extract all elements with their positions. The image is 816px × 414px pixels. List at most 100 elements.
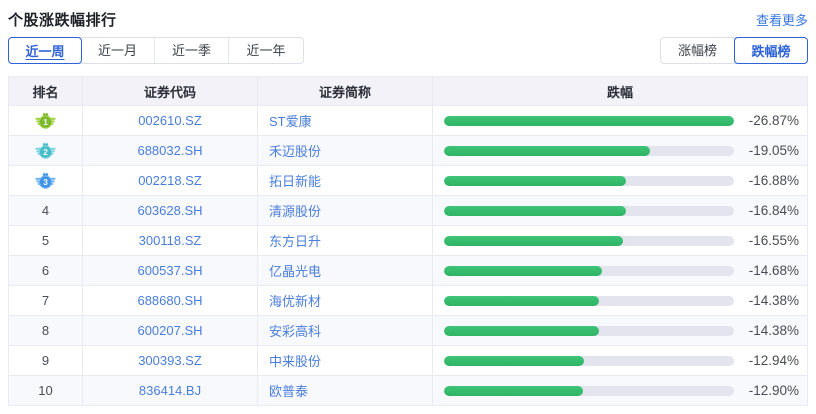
change-cell: -16.55% bbox=[432, 225, 808, 256]
change-bar-track bbox=[444, 355, 734, 366]
change-percent: -16.55% bbox=[748, 233, 799, 248]
security-name[interactable]: 东方日升 bbox=[257, 225, 433, 256]
tab-last-week[interactable]: 近一周 bbox=[8, 37, 82, 64]
panel-header: 个股涨跌幅排行 查看更多 bbox=[8, 0, 808, 29]
change-percent: -14.68% bbox=[748, 263, 799, 278]
tab-last-quarter[interactable]: 近一季 bbox=[155, 38, 229, 63]
change-cell: -12.94% bbox=[432, 345, 808, 376]
table-row[interactable]: 9 300393.SZ 中来股份 -12.94% bbox=[8, 345, 808, 376]
rank-cell: 7 bbox=[8, 285, 83, 316]
rank-cell: 4 bbox=[8, 195, 83, 226]
svg-text:3: 3 bbox=[43, 177, 48, 187]
change-bar-track bbox=[444, 235, 734, 246]
change-percent: -19.05% bbox=[748, 143, 799, 158]
security-name[interactable]: ST爱康 bbox=[257, 105, 433, 136]
security-code[interactable]: 002610.SZ bbox=[82, 105, 258, 136]
security-code[interactable]: 300118.SZ bbox=[82, 225, 258, 256]
change-cell: -14.68% bbox=[432, 255, 808, 286]
table-row[interactable]: 3 002218.SZ 拓日新能 -16.88% bbox=[8, 165, 808, 196]
security-name[interactable]: 亿晶光电 bbox=[257, 255, 433, 286]
table-row[interactable]: 5 300118.SZ 东方日升 -16.55% bbox=[8, 225, 808, 256]
table-header-row: 排名 证券代码 证券简称 跌幅 bbox=[8, 76, 808, 106]
table-row[interactable]: 4 603628.SH 清源股份 -16.84% bbox=[8, 195, 808, 226]
table-row[interactable]: 10 836414.BJ 欧普泰 -12.90% bbox=[8, 375, 808, 406]
security-code[interactable]: 600207.SH bbox=[82, 315, 258, 346]
panel-title: 个股涨跌幅排行 bbox=[8, 11, 117, 29]
change-percent: -12.94% bbox=[748, 353, 799, 368]
header-rank: 排名 bbox=[8, 76, 83, 106]
change-cell: -14.38% bbox=[432, 285, 808, 316]
rank-1-medal-icon: 1 bbox=[35, 111, 56, 129]
change-bar-fill bbox=[444, 295, 600, 306]
security-name[interactable]: 安彩高科 bbox=[257, 315, 433, 346]
security-name[interactable]: 中来股份 bbox=[257, 345, 433, 376]
rank-number: 6 bbox=[41, 263, 50, 278]
table-row[interactable]: 2 688032.SH 禾迈股份 -19.05% bbox=[8, 135, 808, 166]
change-cell: -16.84% bbox=[432, 195, 808, 226]
change-bar-fill bbox=[444, 325, 600, 336]
change-cell: -16.88% bbox=[432, 165, 808, 196]
tab-last-year[interactable]: 近一年 bbox=[229, 38, 303, 63]
security-code[interactable]: 600537.SH bbox=[82, 255, 258, 286]
change-bar-track bbox=[444, 265, 734, 276]
change-bar-track bbox=[444, 385, 734, 396]
rank-table: 排名 证券代码 证券简称 跌幅 1 002610.SZST爱康 -26.87% bbox=[8, 76, 808, 406]
security-name[interactable]: 拓日新能 bbox=[257, 165, 433, 196]
table-row[interactable]: 7 688680.SH 海优新材 -14.38% bbox=[8, 285, 808, 316]
security-name[interactable]: 清源股份 bbox=[257, 195, 433, 226]
change-bar-fill bbox=[444, 115, 734, 126]
security-code[interactable]: 300393.SZ bbox=[82, 345, 258, 376]
security-name[interactable]: 欧普泰 bbox=[257, 375, 433, 406]
security-code[interactable]: 836414.BJ bbox=[82, 375, 258, 406]
tab-last-month[interactable]: 近一月 bbox=[81, 38, 155, 63]
change-bar-fill bbox=[444, 355, 584, 366]
security-name[interactable]: 禾迈股份 bbox=[257, 135, 433, 166]
security-code[interactable]: 603628.SH bbox=[82, 195, 258, 226]
change-bar-fill bbox=[444, 385, 584, 396]
change-bar-fill bbox=[444, 145, 650, 156]
security-code[interactable]: 002218.SZ bbox=[82, 165, 258, 196]
security-code[interactable]: 688032.SH bbox=[82, 135, 258, 166]
rank-cell: 9 bbox=[8, 345, 83, 376]
change-bar-fill bbox=[444, 175, 627, 186]
view-more-link[interactable]: 查看更多 bbox=[756, 10, 808, 29]
rank-number: 4 bbox=[41, 203, 50, 218]
change-bar-fill bbox=[444, 205, 626, 216]
toggle-gainers-board[interactable]: 涨幅榜 bbox=[661, 38, 735, 63]
change-bar-track bbox=[444, 145, 734, 156]
rank-number: 8 bbox=[41, 323, 50, 338]
rank-cell: 1 bbox=[8, 105, 83, 136]
table-row[interactable]: 1 002610.SZ ST爱康 -26.87% bbox=[8, 105, 808, 136]
header-code: 证券代码 bbox=[82, 76, 258, 106]
change-bar-track bbox=[444, 175, 734, 186]
header-change: 跌幅 bbox=[432, 76, 808, 106]
board-toggle-group: 涨幅榜 跌幅榜 bbox=[660, 37, 808, 64]
rank-cell: 3 bbox=[8, 165, 83, 196]
table-row[interactable]: 6 600537.SH 亿晶光电 -14.68% bbox=[8, 255, 808, 286]
security-code[interactable]: 688680.SH bbox=[82, 285, 258, 316]
rank-2-medal-icon: 2 bbox=[35, 141, 56, 159]
table-row[interactable]: 8 600207.SH 安彩高科 -14.38% bbox=[8, 315, 808, 346]
rank-cell: 2 bbox=[8, 135, 83, 166]
change-bar-fill bbox=[444, 235, 623, 246]
change-percent: -26.87% bbox=[748, 113, 799, 128]
rank-cell: 5 bbox=[8, 225, 83, 256]
rank-number: 5 bbox=[41, 233, 50, 248]
change-bar-fill bbox=[444, 265, 603, 276]
change-cell: -12.90% bbox=[432, 375, 808, 406]
stock-rank-panel: 个股涨跌幅排行 查看更多 近一周 近一月 近一季 近一年 涨幅榜 跌幅榜 排名 … bbox=[0, 0, 816, 414]
rank-cell: 10 bbox=[8, 375, 83, 406]
rank-3-medal-icon: 3 bbox=[35, 171, 56, 189]
change-bar-track bbox=[444, 205, 734, 216]
toggle-losers-board[interactable]: 跌幅榜 bbox=[734, 37, 808, 64]
change-cell: -19.05% bbox=[432, 135, 808, 166]
svg-text:1: 1 bbox=[43, 117, 48, 127]
period-tab-group: 近一周 近一月 近一季 近一年 bbox=[8, 37, 304, 64]
change-percent: -14.38% bbox=[748, 323, 799, 338]
change-cell: -14.38% bbox=[432, 315, 808, 346]
security-name[interactable]: 海优新材 bbox=[257, 285, 433, 316]
change-percent: -12.90% bbox=[748, 383, 799, 398]
change-bar-track bbox=[444, 295, 734, 306]
header-name: 证券简称 bbox=[257, 76, 433, 106]
rank-number: 9 bbox=[41, 353, 50, 368]
